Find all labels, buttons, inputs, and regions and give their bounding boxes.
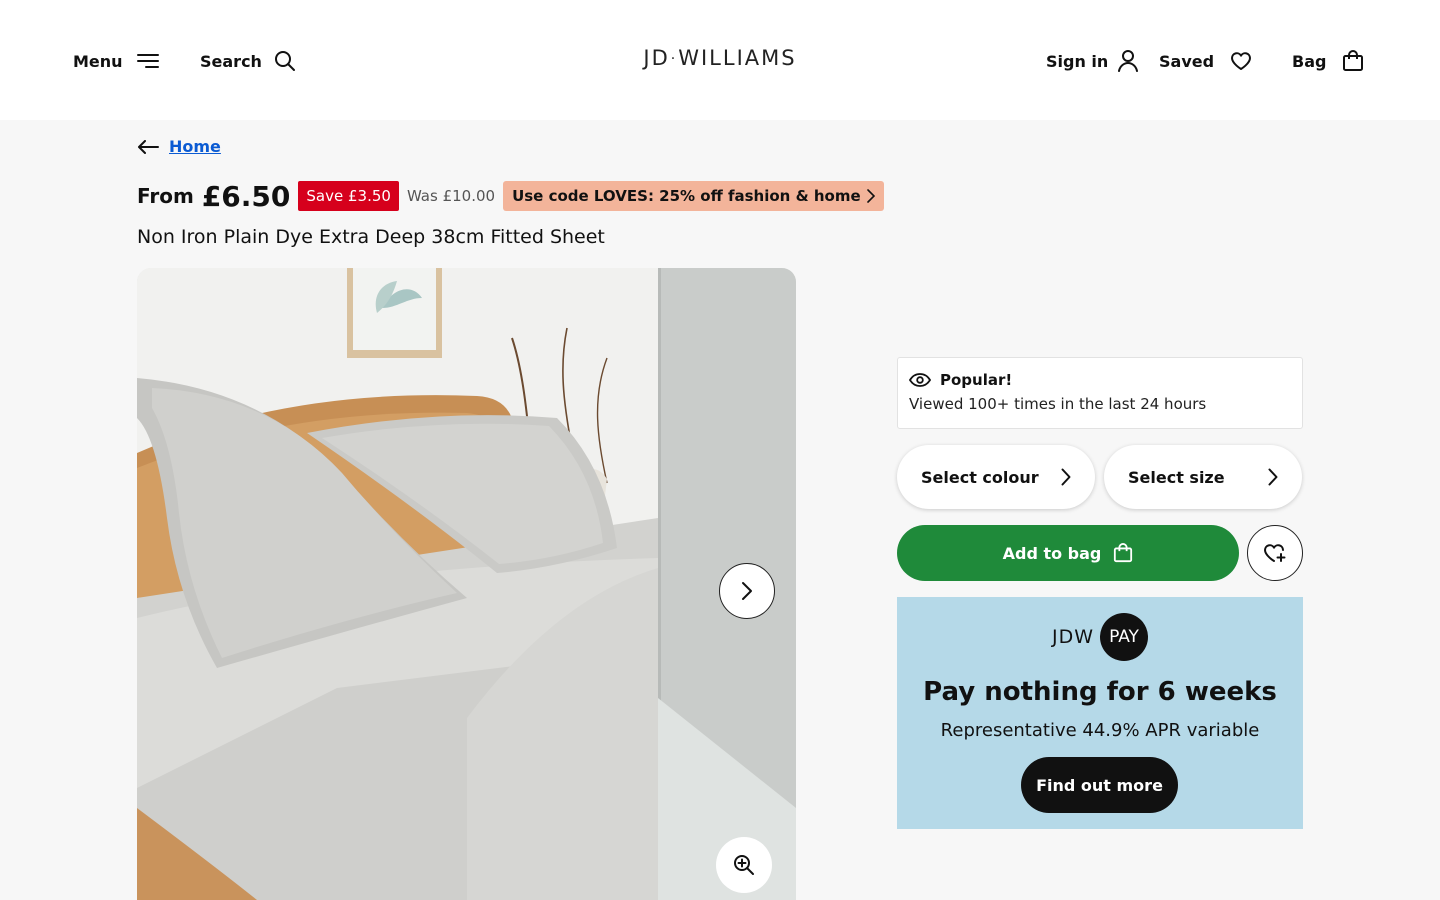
logo-dot: · <box>670 51 678 67</box>
from-label: From <box>137 184 194 208</box>
price: £6.50 <box>201 179 291 213</box>
was-price: Was £10.00 <box>406 187 496 205</box>
chevron-right-icon <box>742 582 752 600</box>
saved-label: Saved <box>1159 51 1215 71</box>
sign-in-label: Sign in <box>1046 51 1109 71</box>
heart-plus-icon <box>1264 544 1286 562</box>
site-header: Menu Search JD·WILLIAMS Sign in Saved Ba… <box>0 0 1440 120</box>
bag-icon <box>1343 50 1364 71</box>
pay-heading: Pay nothing for 6 weeks <box>923 677 1277 707</box>
breadcrumb: Home <box>137 137 221 156</box>
saved-button[interactable]: Saved <box>1159 46 1252 76</box>
popular-heading: Popular! <box>940 371 1013 389</box>
jdw-pay-brand-left: JDW <box>1051 626 1095 648</box>
promo-code-banner[interactable]: Use code LOVES: 25% off fashion & home <box>503 181 884 211</box>
next-image-button[interactable] <box>719 563 775 619</box>
promo-text: Use code LOVES: 25% off fashion & home <box>512 187 861 205</box>
logo-left: JD <box>643 46 670 70</box>
zoom-button[interactable] <box>716 837 772 893</box>
arrow-left-icon[interactable] <box>137 139 159 154</box>
select-size-button[interactable]: Select size <box>1104 445 1302 509</box>
save-to-wishlist-button[interactable] <box>1247 525 1303 581</box>
bag-icon <box>1114 543 1133 563</box>
eye-icon <box>909 373 931 387</box>
heart-icon <box>1231 52 1252 70</box>
select-colour-label: Select colour <box>921 467 1039 487</box>
popular-notice: Popular! Viewed 100+ times in the last 2… <box>897 357 1303 429</box>
popular-text: Viewed 100+ times in the last 24 hours <box>909 395 1207 413</box>
pay-subheading: Representative 44.9% APR variable <box>940 720 1260 741</box>
save-badge: Save £3.50 <box>298 181 399 211</box>
product-image-gallery[interactable] <box>137 268 796 900</box>
zoom-in-icon <box>734 855 754 875</box>
bag-label: Bag <box>1292 51 1327 71</box>
jdw-pay-brand-right: PAY <box>1100 613 1149 661</box>
select-size-label: Select size <box>1128 467 1225 487</box>
add-to-bag-button[interactable]: Add to bag <box>897 525 1239 581</box>
jdw-pay-logo: JDW PAY <box>897 613 1303 661</box>
chevron-right-icon <box>1268 468 1278 486</box>
breadcrumb-home-link[interactable]: Home <box>169 137 221 156</box>
product-image <box>137 268 796 900</box>
user-icon <box>1118 50 1139 72</box>
sign-in-button[interactable]: Sign in <box>1046 46 1139 76</box>
find-out-more-button[interactable]: Find out more <box>1021 757 1178 813</box>
product-title: Non Iron Plain Dye Extra Deep 38cm Fitte… <box>137 226 605 248</box>
logo-right: WILLIAMS <box>678 46 797 70</box>
add-to-bag-label: Add to bag <box>1002 543 1102 563</box>
jdw-pay-banner: JDW PAY Pay nothing for 6 weeks Represen… <box>897 597 1303 829</box>
chevron-right-icon <box>866 189 875 203</box>
bag-button[interactable]: Bag <box>1292 46 1364 76</box>
select-colour-button[interactable]: Select colour <box>897 445 1095 509</box>
chevron-right-icon <box>1061 468 1071 486</box>
price-row: From £6.50 Save £3.50 Was £10.00 Use cod… <box>137 179 884 213</box>
